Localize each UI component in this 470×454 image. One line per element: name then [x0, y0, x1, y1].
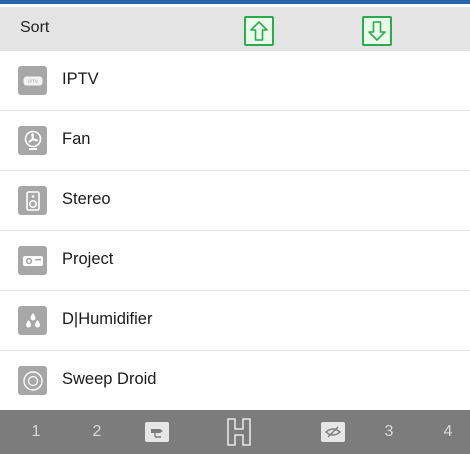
nav-item-home[interactable]: [224, 410, 254, 454]
list-item-humidifier[interactable]: D|Humidifier: [0, 291, 470, 351]
sort-header: Sort: [0, 7, 470, 51]
nav-item-hidden[interactable]: [318, 410, 348, 454]
list-item-fan[interactable]: Fan: [0, 111, 470, 171]
home-h-icon: [227, 418, 251, 446]
fan-icon: [18, 126, 47, 155]
list-item-stereo[interactable]: Stereo: [0, 171, 470, 231]
speaker-icon: [18, 186, 47, 215]
list-item-label: Sweep Droid: [62, 370, 157, 388]
list-item-label: D|Humidifier: [62, 310, 153, 328]
move-up-button[interactable]: [244, 16, 274, 46]
arrow-down-icon: [368, 21, 386, 41]
nav-item-4[interactable]: 4: [438, 410, 458, 454]
humidifier-icon: [18, 306, 47, 335]
camera-icon: [145, 422, 169, 442]
list-item-sweep-droid[interactable]: Sweep Droid: [0, 351, 470, 411]
status-strip: [0, 0, 470, 7]
nav-item-2[interactable]: 2: [87, 410, 107, 454]
list-item-iptv[interactable]: IPTV IPTV: [0, 51, 470, 111]
list-item-project[interactable]: Project: [0, 231, 470, 291]
hidden-eye-icon: [321, 422, 345, 442]
arrow-up-icon: [250, 21, 268, 41]
robot-vacuum-icon: [18, 366, 47, 395]
device-list: IPTV IPTV Fan Stereo Project D|Humidifie…: [0, 51, 470, 411]
sort-title: Sort: [20, 19, 50, 36]
move-down-button[interactable]: [362, 16, 392, 46]
list-item-label: Stereo: [62, 190, 111, 208]
projector-icon: [18, 246, 47, 275]
iptv-icon: IPTV: [18, 66, 47, 95]
list-item-label: Fan: [62, 130, 91, 148]
list-item-label: Project: [62, 250, 114, 268]
svg-text:IPTV: IPTV: [28, 79, 39, 85]
nav-item-1[interactable]: 1: [26, 410, 46, 454]
nav-item-3[interactable]: 3: [379, 410, 399, 454]
nav-item-camera[interactable]: [142, 410, 172, 454]
bottom-nav-bar: 1 2 3 4: [0, 410, 470, 454]
list-item-label: IPTV: [62, 70, 99, 88]
